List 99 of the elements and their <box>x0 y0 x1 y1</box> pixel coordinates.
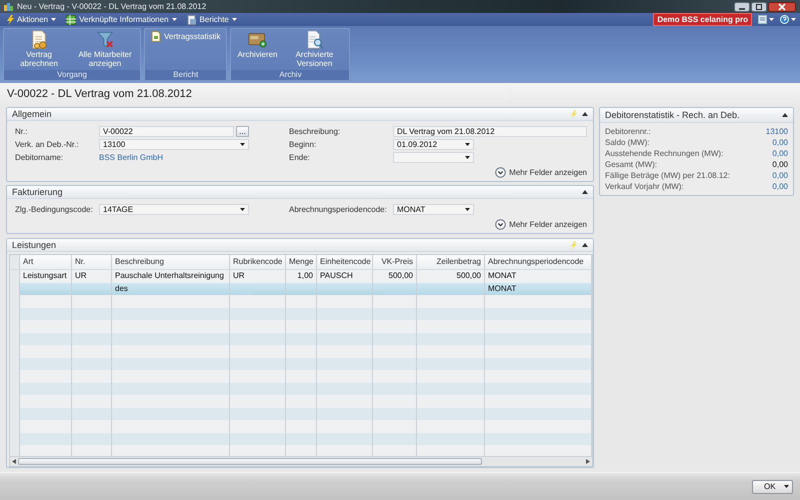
column-header[interactable]: Zeilenbetrag <box>417 255 485 269</box>
stat-link[interactable]: 0,00 <box>772 149 788 158</box>
help-icon[interactable] <box>780 15 789 24</box>
collapse-icon[interactable] <box>582 243 588 247</box>
caret-icon <box>769 18 774 21</box>
menu-item[interactable]: Aktionen <box>4 14 58 24</box>
row-selector[interactable] <box>10 255 20 269</box>
page-title: V-00022 - DL Vertrag vom 21.08.2012 <box>7 88 192 100</box>
scroll-right-icon[interactable] <box>586 459 590 464</box>
document-search-icon <box>304 30 324 50</box>
ribbon-button[interactable]: Alle Mitarbeiter anzeigen <box>74 30 136 68</box>
section-title: Debitorenstatistik - Rech. an Deb. <box>605 110 741 120</box>
column-header[interactable]: Art <box>20 255 72 269</box>
document-icon <box>151 31 161 42</box>
dropdown-arrow-icon <box>465 143 470 146</box>
chevron-down-icon <box>495 219 506 230</box>
collapse-icon[interactable] <box>582 190 588 194</box>
filter-icon <box>96 30 114 50</box>
caret-icon <box>232 18 237 21</box>
dropdown-arrow-icon <box>465 156 470 159</box>
column-header[interactable]: Abrechnungsperiodencode <box>485 255 592 269</box>
column-header[interactable]: Beschreibung <box>112 255 230 269</box>
menu-item[interactable]: Verknüpfte Informationen <box>64 14 179 24</box>
ribbon-button[interactable]: Vertrag abrechnen <box>8 30 70 68</box>
stat-label: Saldo (MW): <box>605 138 650 148</box>
column-header[interactable]: VK-Preis <box>373 255 417 269</box>
group-label: Archiv <box>231 70 350 80</box>
stat-value: 0,00 <box>772 160 788 170</box>
dropdown-field[interactable]: 01.09.2012 <box>393 139 474 150</box>
column-header[interactable]: Nr. <box>72 255 112 269</box>
ribbon-button[interactable]: Vertragsstatistik <box>149 30 222 43</box>
stat-label: Fällige Beträge (MW) per 21.08.12: <box>605 171 730 180</box>
column-header[interactable]: Menge <box>286 255 317 269</box>
section-title: Allgemein <box>12 109 53 119</box>
section-title: Fakturierung <box>12 187 64 197</box>
window-title: Neu - Vertrag - V-00022 - DL Vertrag vom 21.08.2012 <box>17 2 206 11</box>
dropdown-arrow-icon <box>465 208 470 211</box>
lookup-button[interactable]: ... <box>236 126 249 137</box>
company-badge: Demo BSS celaning pro <box>653 13 752 26</box>
input-field[interactable]: DL Vertrag vom 21.08.2012 <box>393 126 587 137</box>
field-label: Debitorname: <box>15 153 64 162</box>
caret-icon <box>784 485 789 488</box>
column-header[interactable]: Einheitencode <box>317 255 373 269</box>
stat-link[interactable]: 0,00 <box>772 171 788 180</box>
collapse-icon[interactable] <box>582 112 588 116</box>
page-icon[interactable] <box>758 15 767 24</box>
dropdown-arrow-icon <box>240 208 245 211</box>
maximize-icon[interactable] <box>751 2 767 12</box>
more-fields-link[interactable]: Mehr Felder anzeigen <box>495 167 587 178</box>
dropdown-field[interactable]: 13100 <box>99 139 249 150</box>
ribbon-button[interactable]: Archivieren <box>235 30 280 60</box>
ok-button[interactable]: OK <box>752 480 793 494</box>
dropdown-field[interactable]: MONAT <box>393 204 474 215</box>
customer-link[interactable]: BSS Berlin GmbH <box>99 153 164 162</box>
dropdown-field[interactable] <box>393 152 474 163</box>
stat-label: Gesamt (MW): <box>605 160 657 170</box>
report-icon <box>186 14 197 24</box>
group-label: Vorgang <box>4 70 140 80</box>
stat-label: Debitorennr.: <box>605 127 651 136</box>
scroll-left-icon[interactable] <box>12 459 16 464</box>
stat-link[interactable]: 13100 <box>766 127 788 136</box>
caret-icon <box>51 18 56 21</box>
caret-icon <box>172 18 177 21</box>
document-icon <box>30 30 48 50</box>
more-fields-link[interactable]: Mehr Felder anzeigen <box>495 219 587 230</box>
stat-link[interactable]: 0,00 <box>772 182 788 192</box>
field-label: Beschreibung: <box>289 127 342 136</box>
close-icon[interactable] <box>768 2 796 12</box>
collapse-icon[interactable] <box>782 113 788 117</box>
dropdown-field[interactable]: 14TAGE <box>99 204 249 215</box>
lightning-icon <box>6 14 14 24</box>
field-label: Abrechnungsperiodencode: <box>289 205 388 214</box>
caret-icon <box>791 18 796 21</box>
section-title: Leistungen <box>12 240 58 250</box>
row-selector[interactable] <box>10 270 20 282</box>
stat-label: Ausstehende Rechnungen (MW): <box>605 149 724 158</box>
table-icon <box>66 14 76 24</box>
input-field[interactable]: V-00022 <box>99 126 234 137</box>
column-header[interactable]: Rubrikencode <box>230 255 286 269</box>
lightning-icon[interactable] <box>570 110 577 118</box>
ribbon-button[interactable]: Archivierte Versionen <box>283 30 346 68</box>
dropdown-arrow-icon <box>240 143 245 146</box>
table-row[interactable]: Leistungsart UR Pauschale Unterhaltsreinigung UR 1,00 PAUSCH 500,00 500,00 MONAT <box>10 270 592 282</box>
horizontal-scrollbar[interactable] <box>10 456 592 466</box>
stat-link[interactable]: 0,00 <box>772 138 788 148</box>
field-label: Ende: <box>289 153 311 162</box>
field-label: Nr.: <box>15 127 28 136</box>
stat-label: Verkauf Vorjahr (MW): <box>605 182 684 192</box>
field-label: Verk. an Deb.-Nr.: <box>15 140 80 149</box>
chevron-down-icon <box>495 167 506 178</box>
field-label: Beginn: <box>289 140 318 149</box>
scrollbar-thumb[interactable] <box>18 458 482 465</box>
group-label: Bericht <box>145 70 226 80</box>
lightning-icon[interactable] <box>570 240 577 250</box>
table-row[interactable]: des MONAT <box>10 282 592 295</box>
menu-item[interactable]: Berichte <box>184 14 239 24</box>
field-label: Zlg.-Bedingungscode: <box>15 205 94 214</box>
app-icon <box>4 2 13 11</box>
minimize-icon[interactable] <box>734 2 750 12</box>
